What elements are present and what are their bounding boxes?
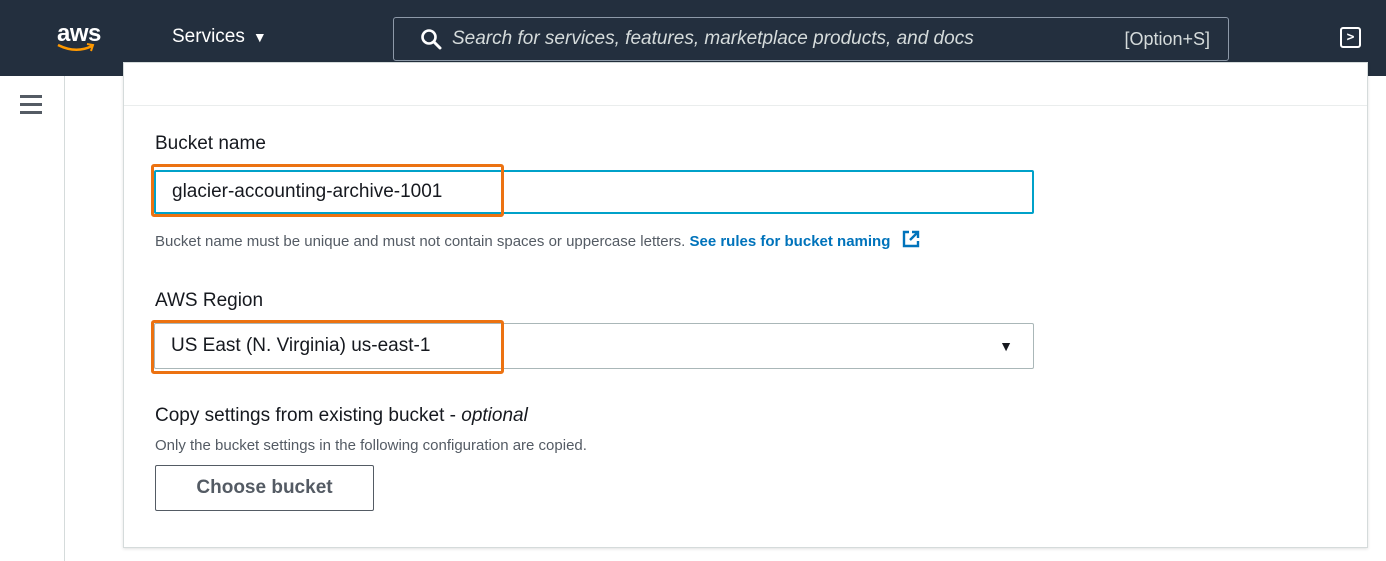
side-rail-divider	[64, 76, 65, 561]
bucket-name-label: Bucket name	[155, 133, 266, 154]
aws-region-highlight	[151, 320, 504, 374]
search-shortcut-hint: [Option+S]	[1124, 28, 1210, 49]
cloudshell-icon[interactable]: >	[1340, 27, 1361, 48]
services-label: Services	[172, 26, 245, 47]
bucket-name-help: Bucket name must be unique and must not …	[155, 229, 921, 250]
search-icon	[421, 29, 442, 50]
services-menu-button[interactable]: Services ▼	[172, 26, 267, 48]
panel-header-divider	[124, 105, 1367, 106]
search-placeholder: Search for services, features, marketpla…	[452, 28, 974, 49]
bucket-naming-rules-link[interactable]: See rules for bucket naming	[689, 233, 890, 250]
dropdown-caret-icon: ▼	[999, 338, 1013, 354]
hamburger-menu-icon[interactable]	[20, 95, 42, 114]
copy-settings-label: Copy settings from existing bucket - opt…	[155, 405, 528, 426]
aws-region-label: AWS Region	[155, 290, 264, 311]
bucket-name-highlight	[151, 164, 504, 217]
caret-down-icon: ▼	[252, 29, 267, 45]
choose-bucket-button[interactable]: Choose bucket	[155, 465, 374, 511]
external-link-icon[interactable]	[901, 229, 921, 249]
aws-smile-icon	[57, 43, 95, 52]
aws-logo[interactable]: aws	[54, 18, 114, 58]
global-search-input[interactable]: Search for services, features, marketpla…	[393, 17, 1229, 61]
copy-settings-description: Only the bucket settings in the followin…	[155, 437, 587, 454]
